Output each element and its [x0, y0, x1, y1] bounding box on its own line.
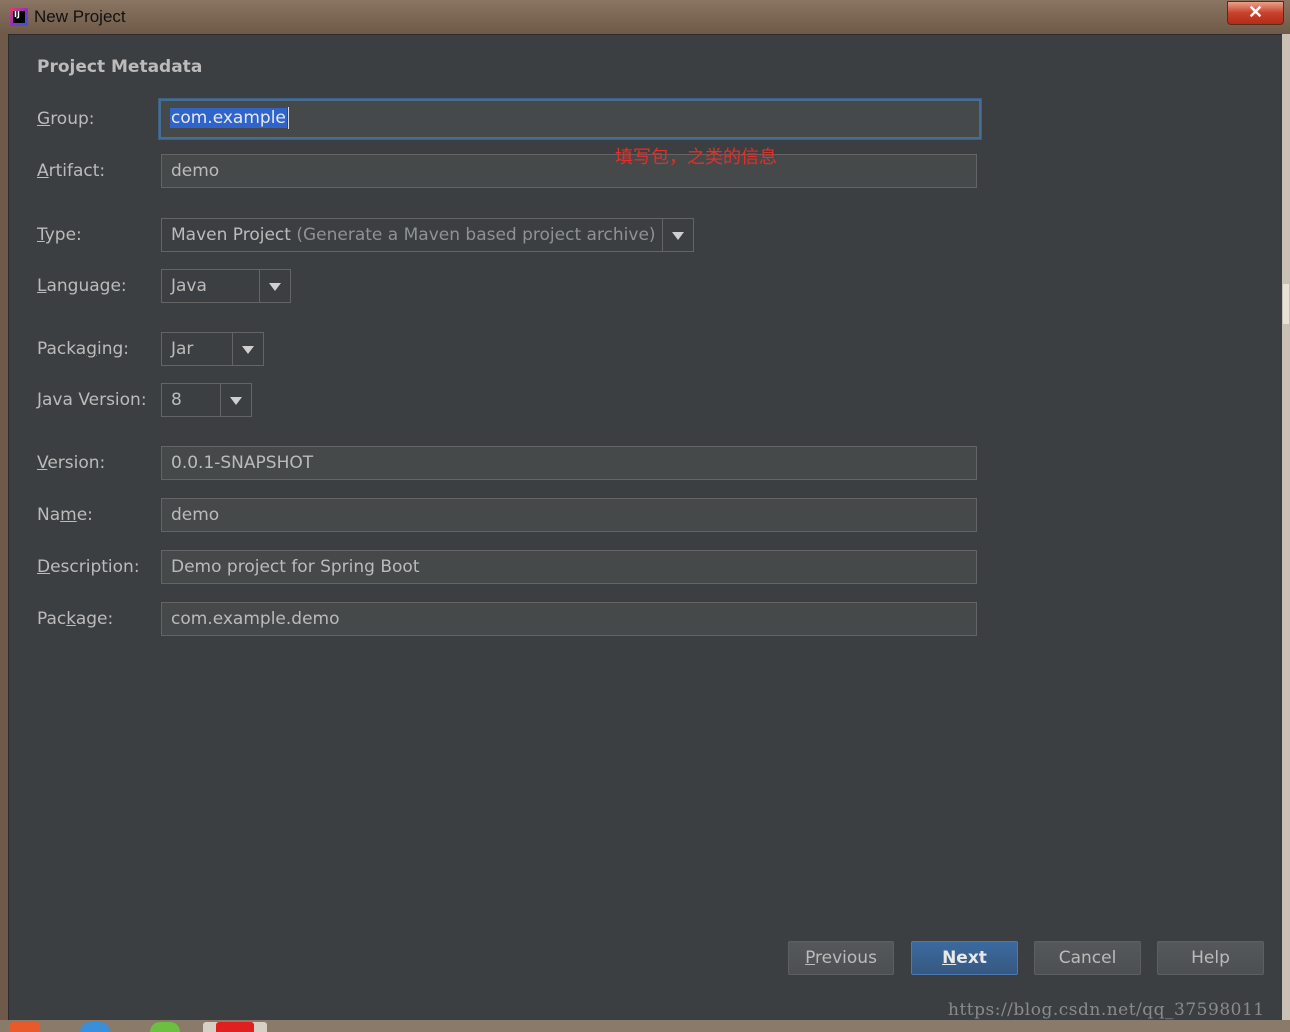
chevron-down-icon[interactable]	[232, 333, 263, 365]
version-value: 0.0.1-SNAPSHOT	[171, 453, 314, 473]
group-input[interactable]: com.example	[159, 99, 981, 139]
description-label: Description:	[37, 557, 140, 577]
type-select[interactable]: Maven Project (Generate a Maven based pr…	[161, 218, 694, 252]
packaging-label: Packaging:	[37, 339, 130, 359]
type-hint: (Generate a Maven based project archive)	[296, 225, 656, 245]
close-button[interactable]: ✕	[1227, 1, 1284, 25]
window-title: New Project	[34, 7, 126, 26]
watermark: https://blog.csdn.net/qq_37598011	[948, 1000, 1265, 1020]
taskbar	[0, 1020, 1290, 1032]
scrollbar-thumb[interactable]	[1283, 284, 1289, 324]
java-version-label: Java Version:	[37, 390, 147, 410]
desktop-scrollbar[interactable]	[1282, 34, 1290, 1020]
taskbar-red-icon	[216, 1022, 254, 1032]
previous-button[interactable]: Previous	[788, 941, 894, 975]
intellij-icon: IJ	[10, 8, 28, 26]
package-input[interactable]: com.example.demo	[161, 602, 977, 636]
name-input[interactable]: demo	[161, 498, 977, 532]
language-value: Java	[171, 276, 207, 296]
chevron-down-icon[interactable]	[220, 384, 251, 416]
java-version-value: 8	[171, 390, 182, 410]
packaging-value: Jar	[171, 339, 194, 359]
description-value: Demo project for Spring Boot	[171, 557, 420, 577]
artifact-input[interactable]: demo	[161, 154, 977, 188]
annotation-text: 填写包，之类的信息	[615, 147, 777, 168]
description-input[interactable]: Demo project for Spring Boot	[161, 550, 977, 584]
package-label: Package:	[37, 609, 114, 629]
taskbar-app-icon[interactable]	[10, 1022, 40, 1032]
language-select[interactable]: Java	[161, 269, 291, 303]
browser-icon[interactable]	[80, 1022, 110, 1032]
artifact-value: demo	[171, 161, 220, 181]
version-label: Version:	[37, 453, 106, 473]
group-label: Group:	[37, 109, 95, 129]
language-label: Language:	[37, 276, 127, 296]
name-value: demo	[171, 505, 220, 525]
package-value: com.example.demo	[171, 609, 340, 629]
artifact-label: Artifact:	[37, 161, 106, 181]
version-input[interactable]: 0.0.1-SNAPSHOT	[161, 446, 977, 480]
chrome-icon[interactable]	[150, 1022, 180, 1032]
packaging-select[interactable]: Jar	[161, 332, 264, 366]
java-version-select[interactable]: 8	[161, 383, 252, 417]
name-label: Name:	[37, 505, 93, 525]
title-bar: IJ New Project ✕	[0, 0, 1290, 34]
text-caret	[287, 107, 289, 129]
next-button[interactable]: Next	[911, 941, 1018, 975]
help-button[interactable]: Help	[1157, 941, 1264, 975]
section-title: Project Metadata	[37, 57, 203, 77]
cancel-button[interactable]: Cancel	[1034, 941, 1141, 975]
chevron-down-icon[interactable]	[662, 219, 693, 251]
chevron-down-icon[interactable]	[259, 270, 290, 302]
new-project-dialog: Project Metadata Group: com.example Arti…	[8, 34, 1284, 1022]
group-value: com.example	[170, 108, 287, 128]
type-value: Maven Project	[171, 225, 291, 245]
type-label: Type:	[37, 225, 82, 245]
